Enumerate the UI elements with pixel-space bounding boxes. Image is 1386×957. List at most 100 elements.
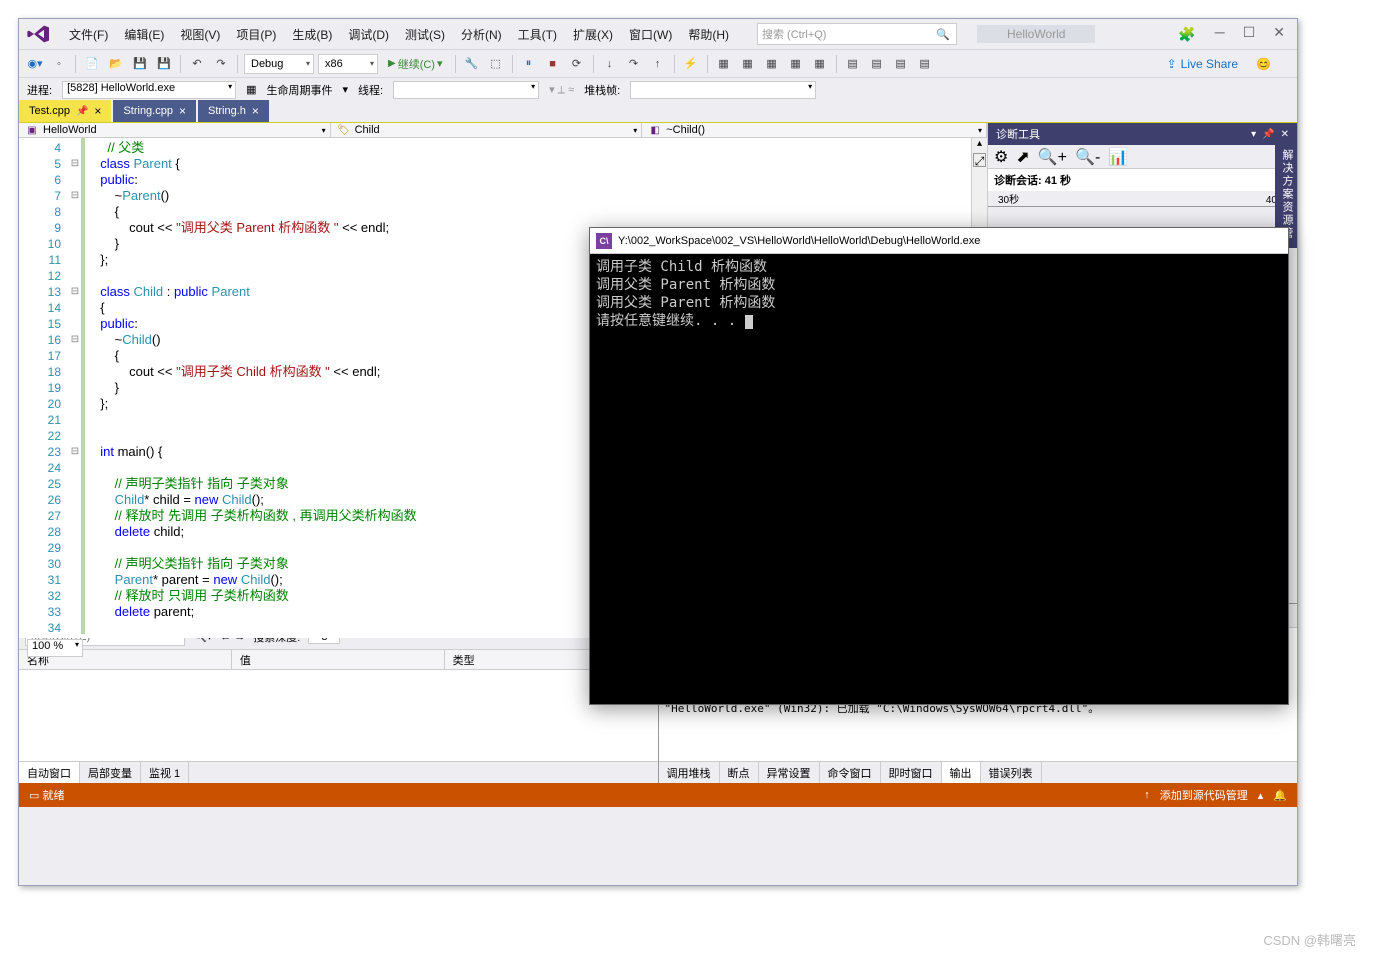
menu-item[interactable]: 视图(V): [172, 24, 228, 46]
feedback-icon[interactable]: 😊: [1256, 57, 1271, 71]
dropdown-icon[interactable]: ▾: [1251, 129, 1256, 140]
menu-item[interactable]: 窗口(W): [621, 24, 680, 46]
process-dropdown[interactable]: [5828] HelloWorld.exe: [62, 81, 236, 99]
menu-item[interactable]: 项目(P): [228, 24, 284, 46]
extension-icon[interactable]: 🧩: [1177, 24, 1197, 44]
tool-icon[interactable]: ▦: [786, 54, 806, 74]
output-tab[interactable]: 命令窗口: [820, 762, 881, 783]
menu-item[interactable]: 调试(D): [340, 24, 397, 46]
zoom-in-icon[interactable]: 🔍+: [1038, 147, 1067, 167]
change-marker: [81, 138, 87, 638]
menu-item[interactable]: 帮助(H): [680, 24, 737, 46]
gear-icon[interactable]: ⚙: [994, 147, 1008, 167]
menu-item[interactable]: 生成(B): [284, 24, 340, 46]
menu-item[interactable]: 编辑(E): [116, 24, 172, 46]
menu-item[interactable]: 工具(T): [510, 24, 565, 46]
doc-tab[interactable]: String.h ×: [198, 100, 269, 122]
menu-item[interactable]: 文件(F): [61, 24, 116, 46]
process-bar: 进程: [5828] HelloWorld.exe ▦ 生命周期事件 ▾ 线程:…: [19, 77, 1297, 101]
solution-name: HelloWorld: [977, 25, 1095, 43]
close-icon[interactable]: ✕: [1281, 129, 1289, 140]
menu-bar: 文件(F)编辑(E)视图(V)项目(P)生成(B)调试(D)测试(S)分析(N)…: [19, 19, 1297, 49]
minimize-button[interactable]: ─: [1215, 24, 1225, 44]
live-share-button[interactable]: ⇪ Live Share 😊: [1167, 57, 1291, 71]
tool-icon[interactable]: ▤: [891, 54, 911, 74]
open-icon[interactable]: 📂: [106, 54, 126, 74]
doc-tab[interactable]: String.cpp ×: [113, 100, 196, 122]
watermark: CSDN @韩曙亮: [1263, 930, 1356, 949]
console-window[interactable]: C\ Y:\002_WorkSpace\002_VS\HelloWorld\He…: [589, 227, 1289, 705]
undo-icon[interactable]: ↶: [187, 54, 207, 74]
scope-dropdown[interactable]: ▣ HelloWorld: [19, 123, 331, 137]
nav-fwd-icon[interactable]: ◦: [49, 54, 69, 74]
thread-dropdown[interactable]: [393, 81, 539, 99]
tool-icon[interactable]: ▦: [810, 54, 830, 74]
up-icon[interactable]: ↑: [1144, 789, 1150, 801]
output-tab[interactable]: 即时窗口: [881, 762, 942, 783]
pause-icon[interactable]: ⏸: [519, 54, 539, 74]
output-tabs: 调用堆栈断点异常设置命令窗口即时窗口输出错误列表: [659, 761, 1298, 783]
tool-icon[interactable]: ▦: [714, 54, 734, 74]
menu-item[interactable]: 分析(N): [453, 24, 510, 46]
auto-tab[interactable]: 监视 1: [141, 762, 189, 783]
auto-tab[interactable]: 局部变量: [80, 762, 141, 783]
save-icon[interactable]: 💾: [130, 54, 150, 74]
tool-icon[interactable]: ▤: [915, 54, 935, 74]
tool-icon[interactable]: ▦: [738, 54, 758, 74]
step-icon[interactable]: ↓: [600, 54, 620, 74]
console-title-bar: C\ Y:\002_WorkSpace\002_VS\HelloWorld\He…: [590, 228, 1288, 254]
menu-item[interactable]: 测试(S): [397, 24, 453, 46]
class-icon: 🏷: [337, 123, 351, 137]
auto-tab[interactable]: 自动窗口: [19, 762, 80, 783]
stats-icon[interactable]: 📊: [1108, 147, 1128, 167]
stack-label: 堆栈帧:: [584, 82, 620, 98]
output-tab[interactable]: 异常设置: [759, 762, 820, 783]
class-dropdown[interactable]: 🏷 Child: [331, 123, 643, 137]
tool-icon[interactable]: ▦: [762, 54, 782, 74]
method-icon: ◧: [648, 123, 662, 137]
menu-item[interactable]: 扩展(X): [565, 24, 621, 46]
output-tab[interactable]: 错误列表: [981, 762, 1042, 783]
fold-column[interactable]: ⊟⊟⊟⊟⊟: [69, 138, 81, 638]
stack-dropdown[interactable]: [630, 81, 816, 99]
tool-icon[interactable]: 🔧: [462, 54, 482, 74]
line-gutter: 4567891011121314151617181920212223242526…: [19, 138, 69, 638]
new-file-icon[interactable]: 📄: [82, 54, 102, 74]
platform-dropdown[interactable]: x86: [318, 54, 378, 74]
zoom-out-icon[interactable]: 🔍-: [1075, 147, 1100, 167]
export-icon[interactable]: ⬈: [1016, 147, 1029, 167]
tool-icon[interactable]: ⚡: [681, 54, 701, 74]
continue-button[interactable]: 继续(C) ▾: [382, 56, 449, 72]
search-input[interactable]: 搜索 (Ctrl+Q) 🔍: [757, 23, 957, 45]
output-tab[interactable]: 输出: [942, 762, 981, 783]
member-dropdown[interactable]: ◧ ~Child(): [642, 123, 987, 137]
panel-title-bar: 诊断工具 ▾📌✕: [988, 123, 1297, 145]
output-tab[interactable]: 断点: [720, 762, 759, 783]
console-icon: C\: [596, 233, 612, 249]
nav-back-icon[interactable]: ◉▾: [25, 54, 45, 74]
lifecycle-icon[interactable]: ▦: [246, 83, 256, 96]
tool-icon[interactable]: ▤: [867, 54, 887, 74]
config-dropdown[interactable]: Debug: [244, 54, 314, 74]
share-icon: ⇪: [1167, 57, 1177, 71]
document-tabs: Test.cpp 📌 ×String.cpp ×String.h ×: [19, 101, 1297, 123]
zoom-dropdown[interactable]: 100 %: [27, 639, 83, 657]
save-all-icon[interactable]: 💾: [154, 54, 174, 74]
step-out-icon[interactable]: ↑: [648, 54, 668, 74]
restart-icon[interactable]: ⟳: [567, 54, 587, 74]
close-button[interactable]: ✕: [1273, 24, 1285, 44]
maximize-button[interactable]: ☐: [1243, 24, 1256, 44]
tool-icon[interactable]: ⬚: [486, 54, 506, 74]
notification-icon[interactable]: 🔔: [1273, 789, 1287, 802]
search-placeholder: 搜索 (Ctrl+Q): [762, 26, 826, 42]
diag-toolbar: ⚙ ⬈ 🔍+ 🔍- 📊: [988, 145, 1297, 169]
tool-icon[interactable]: ▤: [843, 54, 863, 74]
navigation-bar: ▣ HelloWorld 🏷 Child ◧ ~Child(): [19, 123, 987, 138]
redo-icon[interactable]: ↷: [211, 54, 231, 74]
doc-tab[interactable]: Test.cpp 📌 ×: [19, 100, 111, 122]
source-control[interactable]: 添加到源代码管理: [1160, 787, 1248, 803]
stop-icon[interactable]: ■: [543, 54, 563, 74]
pin-icon[interactable]: 📌: [1262, 129, 1274, 140]
step-over-icon[interactable]: ↷: [624, 54, 644, 74]
output-tab[interactable]: 调用堆栈: [659, 762, 720, 783]
